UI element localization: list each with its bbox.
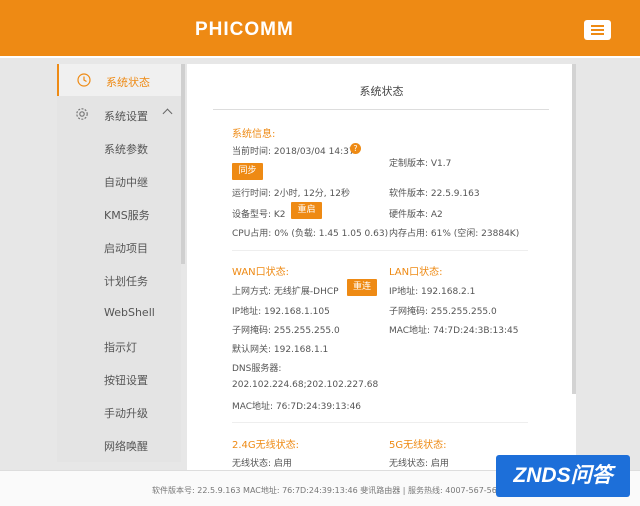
dns-label: DNS服务器: <box>232 364 282 374</box>
clock-icon <box>77 73 91 87</box>
chevron-up-icon[interactable] <box>162 108 173 119</box>
lan-mask: 子网掩码: 255.255.255.0 <box>389 307 497 317</box>
sidebar-item-system-status[interactable]: 系统状态 <box>57 64 181 96</box>
sidebar-item-label: 计划任务 <box>104 275 148 288</box>
sidebar-item-label: 系统设置 <box>104 110 148 123</box>
page-title: 系统状态 <box>359 85 404 98</box>
current-time: 当前时间: 2018/03/04 14:37 <box>232 147 355 157</box>
sidebar-item-label: 自动中继 <box>104 176 148 189</box>
memory-usage: 内存占用: 61% (空闲: 23884K) <box>389 229 520 239</box>
footer-text: 软件版本号: 22.5.9.163 MAC地址: 76:7D:24:39:13:… <box>152 486 502 495</box>
lan-mac: MAC地址: 74:7D:24:3B:13:45 <box>389 326 519 336</box>
sync-button[interactable]: 同步 <box>232 163 263 180</box>
wan-mode: 上网方式: 无线扩展-DHCP <box>232 287 339 297</box>
wifi24-status-heading: 2.4G无线状态: <box>232 440 300 451</box>
top-bar: PHICOMM <box>0 0 640 58</box>
wan-status-heading: WAN口状态: <box>232 267 290 278</box>
panel-scrollbar[interactable] <box>572 64 576 394</box>
sidebar-item-startup[interactable]: 启动项目 <box>57 230 181 262</box>
sidebar-item-label: 启动项目 <box>104 242 148 255</box>
help-icon[interactable]: ? <box>350 143 361 154</box>
system-info-heading: 系统信息: <box>232 129 276 140</box>
phicomm-logo: PHICOMM <box>195 19 294 40</box>
status-panel: 系统状态 系统信息: 当前时间: 2018/03/04 14:37 ? 定制版本… <box>187 64 576 470</box>
software-version: 软件版本: 22.5.9.163 <box>389 189 480 199</box>
sidebar-item-kms[interactable]: KMS服务 <box>57 197 181 229</box>
sidebar-scrollbar[interactable] <box>181 64 185 264</box>
dns-value: 202.102.224.68;202.102.227.68 <box>232 380 379 390</box>
sidebar-item-label: 网络唤醒 <box>104 440 148 453</box>
sidebar-item-label: 按钮设置 <box>104 374 148 387</box>
sidebar-item-system-params[interactable]: 系统参数 <box>57 131 181 163</box>
sidebar-item-label: 系统状态 <box>106 76 150 89</box>
wan-mac: MAC地址: 76:7D:24:39:13:46 <box>232 402 362 412</box>
cpu-usage: CPU占用: 0% (负载: 1.45 1.05 0.63) <box>232 229 389 239</box>
wifi5-status-heading: 5G无线状态: <box>389 440 447 451</box>
wan-gateway: 默认网关: 192.168.1.1 <box>232 345 329 355</box>
divider <box>232 250 528 251</box>
sidebar-item-led[interactable]: 指示灯 <box>57 329 181 361</box>
sidebar-item-label: WebShell <box>104 306 155 319</box>
sidebar-item-system-settings[interactable]: 系统设置 <box>57 98 181 130</box>
sidebar-item-webshell[interactable]: WebShell <box>57 296 181 328</box>
gear-icon <box>76 108 88 120</box>
wan-ip: IP地址: 192.168.1.105 <box>232 307 330 317</box>
sidebar-item-label: 系统参数 <box>104 143 148 156</box>
hamburger-icon[interactable] <box>584 20 611 40</box>
sidebar-item-label: KMS服务 <box>104 209 150 222</box>
sidebar-item-label: 指示灯 <box>104 341 137 354</box>
sidebar-item-label: 手动升级 <box>104 407 148 420</box>
lan-status-heading: LAN口状态: <box>389 267 443 278</box>
hardware-version: 硬件版本: A2 <box>389 210 443 220</box>
sidebar-item-buttons[interactable]: 按钮设置 <box>57 362 181 394</box>
device-model: 设备型号: K2 <box>232 210 286 220</box>
sidebar-item-wol[interactable]: 网络唤醒 <box>57 428 181 460</box>
divider <box>232 422 528 423</box>
sidebar-item-auto-relay[interactable]: 自动中继 <box>57 164 181 196</box>
restart-button[interactable]: 重启 <box>291 202 322 219</box>
wifi5-status: 无线状态: 启用 <box>389 459 449 469</box>
sidebar: 系统状态 系统设置 系统参数 自动中继 KMS服务 启动项目 计划任务 WebS… <box>57 64 181 462</box>
uptime: 运行时间: 2小时, 12分, 12秒 <box>232 189 350 199</box>
custom-version: 定制版本: V1.7 <box>389 159 452 169</box>
divider <box>213 109 549 110</box>
wifi24-status: 无线状态: 启用 <box>232 459 292 469</box>
lan-ip: IP地址: 192.168.2.1 <box>389 287 476 297</box>
sidebar-item-schedule[interactable]: 计划任务 <box>57 263 181 295</box>
sidebar-item-upgrade[interactable]: 手动升级 <box>57 395 181 427</box>
znds-watermark: ZNDS问答 <box>496 455 630 497</box>
reconnect-button[interactable]: 重连 <box>347 279 377 296</box>
wan-mask: 子网掩码: 255.255.255.0 <box>232 326 340 336</box>
